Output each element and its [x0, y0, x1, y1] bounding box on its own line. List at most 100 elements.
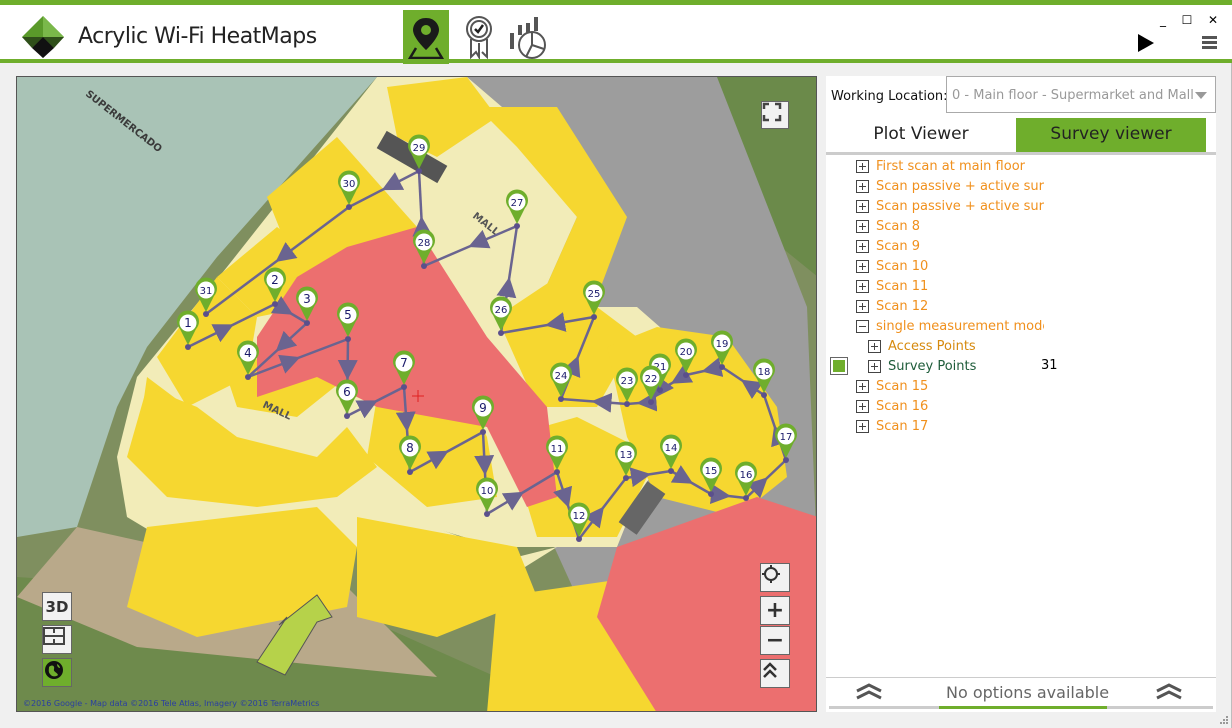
tree-item[interactable]: single measurement mode [856, 316, 1044, 336]
minimize-button[interactable]: _ [1154, 13, 1172, 27]
survey-map[interactable]: SUPERMERCADO MALL MALL 1 2 3 4 5 6 7 8 9 10 11 12 13… [16, 76, 817, 712]
nav-reports-button[interactable] [506, 10, 552, 64]
working-location-select[interactable]: 0 - Main floor - Supermarket and Mall [946, 76, 1216, 113]
globe-button[interactable] [42, 658, 72, 687]
reports-chart-icon [510, 17, 546, 59]
tree-item-label: Scan 12 [876, 298, 929, 314]
expand-icon[interactable] [856, 379, 869, 393]
survey-point-label: 11 [551, 444, 564, 455]
expand-icon[interactable] [856, 279, 869, 293]
tree-item[interactable]: Scan 16 [856, 396, 928, 416]
expand-icon[interactable] [856, 159, 869, 173]
options-indicator [939, 706, 1107, 709]
survey-point-label: 23 [621, 376, 634, 387]
tree-item[interactable]: Scan 8 [856, 216, 920, 236]
tree-item-label: Scan 10 [876, 258, 929, 274]
expand-icon[interactable] [856, 179, 869, 193]
view-2d-button[interactable] [42, 625, 72, 654]
survey-points-checkbox[interactable] [830, 357, 848, 375]
collapse-icon[interactable] [856, 319, 869, 333]
working-location-label: Working Location: [831, 89, 948, 104]
play-icon[interactable] [1138, 34, 1154, 52]
tree-item[interactable]: Scan 9 [856, 236, 920, 256]
expand-icon[interactable] [868, 339, 881, 353]
maximize-button[interactable]: ☐ [1178, 13, 1196, 27]
expand-icon[interactable] [856, 299, 869, 313]
tree-item[interactable]: Scan 17 [856, 416, 928, 436]
locate-icon [762, 565, 780, 583]
locate-button[interactable] [760, 563, 790, 592]
survey-path-segment [337, 338, 358, 380]
fullscreen-icon [762, 102, 782, 122]
survey-point-label: 18 [758, 367, 771, 378]
fullscreen-button[interactable] [761, 101, 789, 129]
tree-item[interactable]: Survey Points [868, 356, 976, 376]
map-pin-icon [407, 18, 445, 60]
survey-point-label: 17 [780, 432, 793, 443]
survey-point-label: 12 [573, 511, 586, 522]
tree-item-label: Scan 17 [876, 418, 929, 434]
survey-point-label: 20 [680, 347, 693, 358]
close-button[interactable]: ✕ [1204, 13, 1222, 27]
app-logo-icon [22, 16, 64, 58]
chevron-down-icon [1195, 92, 1207, 99]
options-track [829, 706, 939, 709]
expand-left-chevron-icon[interactable] [854, 681, 884, 703]
survey-point-label: 30 [343, 179, 356, 190]
survey-point-label: 6 [343, 385, 351, 399]
expand-icon[interactable] [856, 259, 869, 273]
tree-item-label: Scan 9 [876, 238, 921, 254]
floorplan-icon [43, 627, 65, 645]
expand-icon[interactable] [856, 199, 869, 213]
tree-item-label: Scan 16 [876, 398, 929, 414]
tree-item-label: Scan passive + active survey [876, 178, 1044, 194]
hamburger-menu-icon[interactable] [1202, 36, 1217, 50]
options-bar: No options available [826, 677, 1216, 712]
tree-item[interactable]: Access Points [868, 336, 976, 356]
expand-right-chevron-icon[interactable] [1154, 681, 1184, 703]
survey-point-label: 9 [479, 401, 487, 415]
nav-survey-map-button[interactable] [403, 10, 449, 64]
header-accent-bar [0, 59, 1232, 63]
survey-point-label: 3 [303, 292, 311, 306]
tree-item[interactable]: First scan at main floor [856, 156, 1025, 176]
survey-point-label: 26 [495, 305, 508, 316]
zoom-out-button[interactable]: − [760, 626, 790, 655]
map-attribution: ©2016 Google - Map data ©2016 Tele Atlas… [23, 699, 320, 708]
nav-certificate-button[interactable] [456, 10, 502, 64]
tree-item[interactable]: Scan passive + active survey [856, 176, 1044, 196]
zoom-in-button[interactable]: + [760, 596, 790, 625]
tree-item[interactable]: Scan 11 [856, 276, 928, 296]
tree-item[interactable]: Scan passive + active survey [856, 196, 1044, 216]
survey-point-label: 1 [184, 316, 192, 330]
expand-icon[interactable] [856, 219, 869, 233]
survey-point-label: 5 [344, 308, 352, 322]
expand-icon[interactable] [856, 419, 869, 433]
survey-points-count: 31 [1041, 358, 1058, 373]
tab-survey-viewer[interactable]: Survey viewer [1016, 118, 1206, 152]
survey-point-label: 4 [244, 346, 252, 360]
expand-icon[interactable] [856, 239, 869, 253]
tree-item-label: Survey Points [888, 358, 977, 374]
tree-item[interactable]: Scan 15 [856, 376, 928, 396]
tree-item-label: First scan at main floor [876, 158, 1025, 174]
survey-point-label: 8 [406, 441, 414, 455]
map-canvas[interactable]: SUPERMERCADO MALL MALL 12345678910111213… [17, 77, 817, 712]
tree-item[interactable]: Scan 12 [856, 296, 928, 316]
resize-grip-icon[interactable] [1219, 715, 1229, 725]
expand-icon[interactable] [868, 359, 881, 373]
tree-item[interactable]: Scan 10 [856, 256, 928, 276]
survey-point-label: 14 [665, 443, 678, 454]
tree-item-label: Scan 11 [876, 278, 929, 294]
survey-point-label: 15 [705, 466, 718, 477]
collapse-controls-button[interactable] [760, 659, 790, 688]
tab-plot-viewer[interactable]: Plot Viewer [826, 118, 1016, 152]
tree-item-label: Scan 8 [876, 218, 921, 234]
expand-icon[interactable] [856, 399, 869, 413]
view-3d-button[interactable]: 3D [42, 592, 72, 621]
app-window: Acrylic Wi-Fi HeatMaps _ ☐ ✕ SUPERMERCAD… [0, 0, 1232, 728]
options-track [1107, 706, 1213, 709]
survey-point-label: 28 [418, 238, 431, 249]
app-header: Acrylic Wi-Fi HeatMaps _ ☐ ✕ [0, 5, 1232, 64]
survey-point-label: 16 [740, 470, 753, 481]
